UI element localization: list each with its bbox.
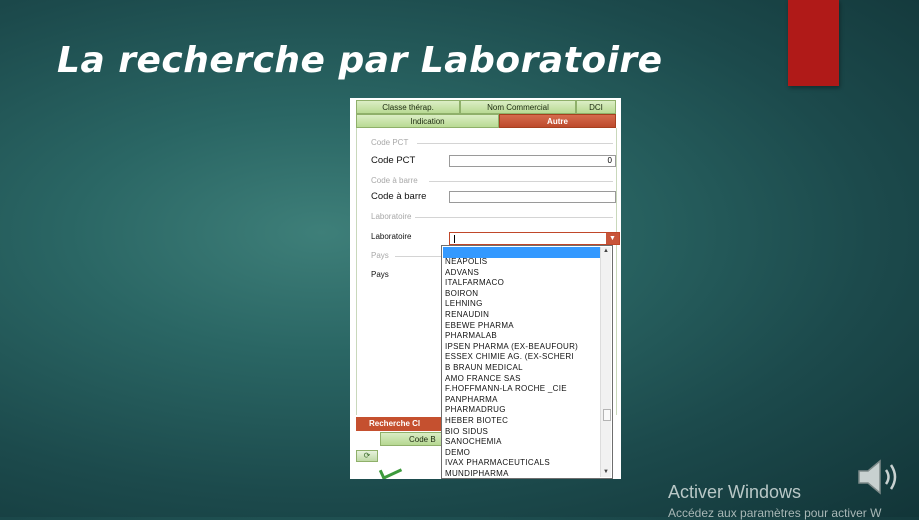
scroll-up-icon[interactable]: ▲ (601, 247, 611, 256)
dropdown-item[interactable]: AMO FRANCE SAS (445, 374, 600, 385)
dropdown-item[interactable]: DEMO (445, 448, 600, 459)
group-laboratoire: Laboratoire (371, 212, 412, 221)
code-pct-label: Code PCT (371, 155, 416, 166)
chevron-down-icon[interactable]: ▼ (606, 233, 619, 244)
dropdown-item[interactable]: NEAPOLIS (445, 257, 600, 268)
tab-classe-therap[interactable]: Classe thérap. (356, 100, 460, 114)
scroll-thumb[interactable] (603, 409, 611, 421)
dropdown-item[interactable]: BIO SIDUS (445, 427, 600, 438)
tab-row-top: Classe thérap. Nom Commercial DCI (356, 100, 616, 114)
laboratoire-dropdown-list[interactable]: NEAPOLIS ADVANS ITALFARMACO BOIRON LEHNING RE… (441, 245, 613, 479)
tab-row-bottom: Indication Autre (356, 114, 616, 128)
checkmark-icon (378, 462, 403, 479)
dropdown-item[interactable]: B BRAUN MEDICAL (445, 363, 600, 374)
dropdown-item[interactable]: ESSEX CHIMIE AG. (EX-SCHERI (445, 352, 600, 363)
group-divider (429, 181, 613, 182)
dropdown-item[interactable]: ITALFARMACO (445, 278, 600, 289)
sound-wave-small (884, 469, 890, 485)
recherche-button[interactable]: Recherche Cl (356, 417, 444, 431)
pays-label: Pays (371, 270, 389, 279)
speaker-icon[interactable] (856, 456, 904, 498)
windows-activation-subtitle: Accédez aux paramètres pour activer W (668, 506, 882, 520)
dropdown-item[interactable]: SANOCHEMIA (445, 437, 600, 448)
dropdown-items: NEAPOLIS ADVANS ITALFARMACO BOIRON LEHNING RE… (445, 257, 600, 478)
laboratoire-label: Laboratoire (371, 232, 412, 241)
code-barre-label: Code à barre (371, 191, 427, 202)
dropdown-item[interactable]: HEBER BIOTEC (445, 416, 600, 427)
dropdown-item[interactable]: RENAUDIN (445, 310, 600, 321)
dropdown-item[interactable]: ADVANS (445, 268, 600, 279)
tab-autre[interactable]: Autre (499, 114, 616, 128)
dropdown-item[interactable]: F.HOFFMANN-LA ROCHE _CIE (445, 384, 600, 395)
dropdown-item[interactable]: IPSEN PHARMA (EX-BEAUFOUR) (445, 342, 600, 353)
dropdown-item[interactable]: MUNDIPHARMA (445, 469, 600, 478)
dropdown-item[interactable]: LEHNING (445, 299, 600, 310)
group-code-pct: Code PCT (371, 138, 409, 147)
group-divider (415, 217, 613, 218)
tab-dci[interactable]: DCI (576, 100, 616, 114)
tab-indication[interactable]: Indication (356, 114, 499, 128)
dropdown-item[interactable]: EBEWE PHARMA (445, 321, 600, 332)
code-barre-input[interactable] (449, 191, 616, 203)
dropdown-item[interactable]: PANPHARMA (445, 395, 600, 406)
dropdown-item[interactable]: PHARMADRUG (445, 405, 600, 416)
dropdown-item[interactable]: BOIRON (445, 289, 600, 300)
tab-nom-commercial[interactable]: Nom Commercial (460, 100, 576, 114)
dropdown-item[interactable]: IVAX PHARMACEUTICALS (445, 458, 600, 469)
accent-bar (788, 0, 839, 86)
group-pays: Pays (371, 251, 389, 260)
code-button[interactable]: Code B (380, 432, 444, 446)
speaker-body (858, 459, 881, 495)
text-caret (454, 235, 455, 243)
sound-wave-large (889, 464, 897, 490)
windows-activation-title: Activer Windows (668, 482, 802, 502)
code-pct-input[interactable]: 0 (449, 155, 616, 167)
scroll-down-icon[interactable]: ▼ (601, 468, 611, 477)
laboratoire-select[interactable]: ▼ (449, 232, 620, 245)
group-code-barre: Code à barre (371, 176, 418, 185)
group-divider (417, 143, 613, 144)
refresh-icon[interactable]: ⟳ (356, 450, 378, 462)
dropdown-scrollbar[interactable]: ▲ ▼ (600, 247, 611, 477)
slide-title: La recherche par Laboratoire (57, 40, 663, 81)
dropdown-item[interactable]: PHARMALAB (445, 331, 600, 342)
